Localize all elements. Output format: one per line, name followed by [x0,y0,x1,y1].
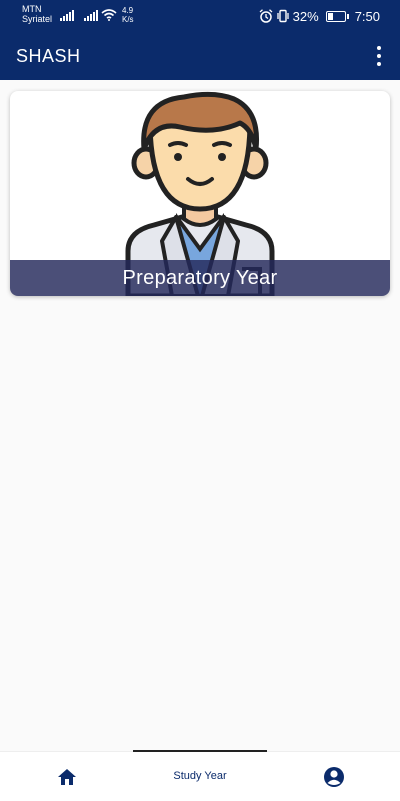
status-bar: MTN Syriatel 4.9 K/s 32% 7:50 [0,0,400,32]
wifi-icon [101,9,117,21]
battery-percent: 32% [292,8,319,24]
card-label-bar: Preparatory Year [10,260,390,296]
alarm-icon [259,9,273,23]
clock: 7:50 [354,8,380,24]
network-speed: 4.9 K/s [122,6,134,24]
preparatory-year-card[interactable]: Preparatory Year [10,91,390,296]
nav-study-year[interactable]: Study Year [150,770,250,782]
bottom-nav: Study Year [0,750,400,801]
speed-value: 4.9 [122,6,134,15]
vibrate-icon [277,9,289,23]
signal-2-icon [84,10,98,21]
app-bar: SHASH [0,32,400,80]
carrier-2: Syriatel [22,14,53,24]
signal-1-icon [60,10,74,21]
battery-level [327,12,333,20]
nav-active-indicator [133,750,267,752]
app-title: SHASH [16,46,81,66]
battery-icon [325,10,349,22]
speed-unit: K/s [122,15,134,24]
account-circle-icon[interactable] [323,766,345,788]
status-right: 32% 7:50 [259,8,380,24]
carrier-1: MTN [22,4,42,14]
card-label: Preparatory Year [122,266,278,289]
carrier-info: MTN Syriatel [22,4,52,24]
home-icon[interactable] [57,767,77,787]
more-vert-icon[interactable] [372,46,386,66]
